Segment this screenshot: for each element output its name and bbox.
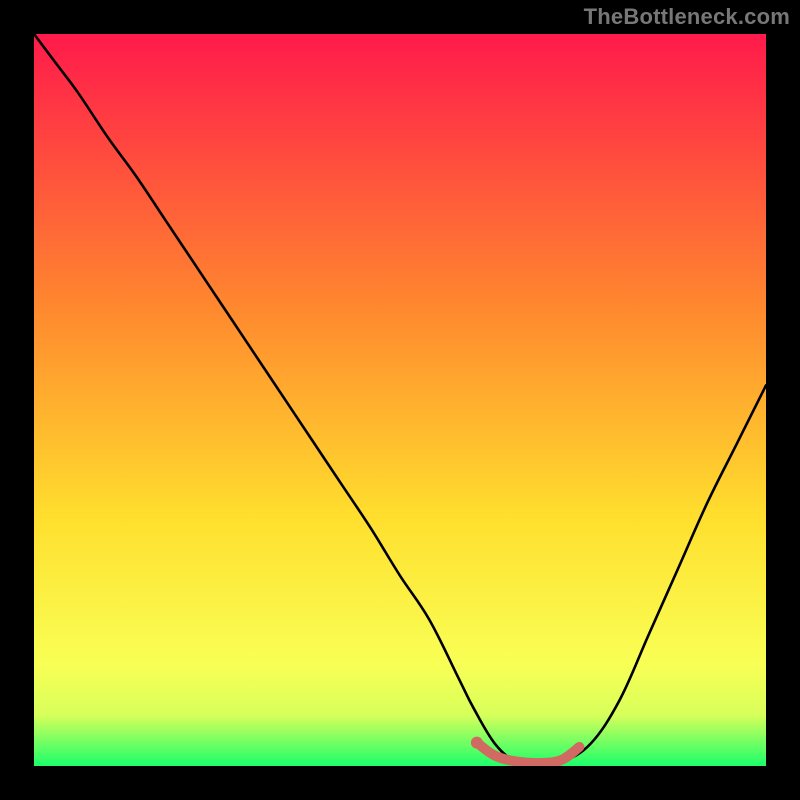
bottleneck-chart	[34, 34, 766, 766]
attribution-text: TheBottleneck.com	[584, 4, 790, 30]
optimal-range-start-dot	[471, 737, 483, 749]
gradient-background	[34, 34, 766, 766]
chart-container: TheBottleneck.com	[0, 0, 800, 800]
plot-area	[34, 34, 766, 766]
